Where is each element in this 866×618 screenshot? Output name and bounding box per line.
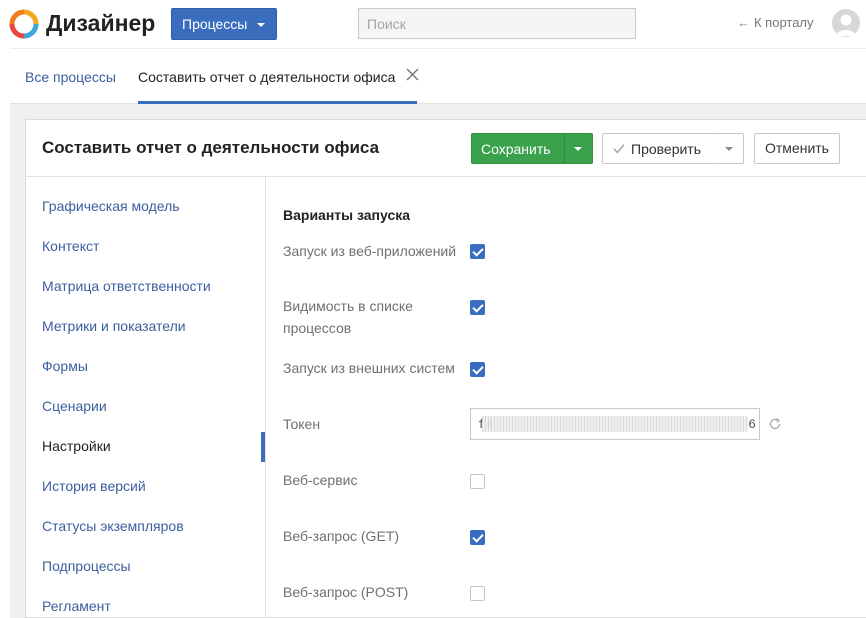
processes-menu-label: Процессы <box>182 16 248 32</box>
web-app-launch-checkbox[interactable] <box>470 244 485 259</box>
web-service-checkbox[interactable] <box>470 474 485 489</box>
nav-item-settings[interactable]: Настройки <box>42 437 111 455</box>
validate-button-label: Проверить <box>631 141 702 157</box>
save-button[interactable]: Сохранить <box>471 133 593 164</box>
checkmark-icon <box>613 144 625 154</box>
web-request-post-checkbox[interactable] <box>470 586 485 601</box>
nav-item-version-history[interactable]: История версий <box>42 477 146 495</box>
back-to-portal-label: К порталу <box>754 15 814 30</box>
token-redaction <box>482 416 748 432</box>
nav-item-scenarios[interactable]: Сценарии <box>42 397 107 415</box>
process-list-visibility-checkbox[interactable] <box>470 300 485 315</box>
web-request-get-checkbox[interactable] <box>470 530 485 545</box>
settings-nav: Графическая модель Контекст Матрица отве… <box>26 177 266 618</box>
card-header: Составить отчет о деятельности офиса Сох… <box>26 120 866 177</box>
tabs-bar: Все процессы Составить отчет о деятельно… <box>10 48 866 104</box>
close-icon[interactable] <box>406 68 419 81</box>
search-input[interactable] <box>358 8 636 39</box>
arrow-left-icon: ← <box>737 15 750 30</box>
web-app-launch-label: Запуск из веб-приложений <box>283 243 457 259</box>
settings-panel: Варианты запуска Запуск из веб-приложени… <box>267 177 866 618</box>
nav-item-responsibility-matrix[interactable]: Матрица ответственности <box>42 277 211 295</box>
app-title: Дизайнер <box>46 10 156 36</box>
nav-item-subprocesses[interactable]: Подпроцессы <box>42 557 131 575</box>
save-button-divider <box>564 134 565 163</box>
process-card: Составить отчет о деятельности офиса Сох… <box>25 119 866 618</box>
web-request-post-label: Веб-запрос (POST) <box>283 584 409 600</box>
active-nav-indicator <box>261 432 265 462</box>
user-avatar-icon <box>836 14 856 36</box>
web-request-get-label: Веб-запрос (GET) <box>283 528 399 544</box>
chevron-down-icon <box>257 23 265 27</box>
nav-item-context[interactable]: Контекст <box>42 237 99 255</box>
top-header: Дизайнер Процессы ← К порталу <box>0 0 866 48</box>
process-list-visibility-label: Видимость в списке процессов <box>283 298 413 336</box>
chevron-down-icon[interactable] <box>574 147 582 151</box>
tab-all-processes[interactable]: Все процессы <box>25 68 116 86</box>
validate-button[interactable]: Проверить <box>602 133 716 164</box>
processes-menu-button[interactable]: Процессы <box>171 8 277 40</box>
web-service-label: Веб-сервис <box>283 472 358 488</box>
external-systems-launch-label: Запуск из внешних систем <box>283 360 455 376</box>
save-button-label: Сохранить <box>481 141 551 157</box>
launch-options-title: Варианты запуска <box>283 207 411 223</box>
cancel-button[interactable]: Отменить <box>754 133 840 164</box>
nav-item-forms[interactable]: Формы <box>42 357 88 375</box>
chevron-down-icon <box>725 147 733 151</box>
nav-item-regulations[interactable]: Регламент <box>42 597 111 615</box>
back-to-portal-link[interactable]: ← К порталу <box>737 14 814 32</box>
tab-current-process[interactable]: Составить отчет о деятельности офиса <box>138 68 395 86</box>
nav-item-instance-statuses[interactable]: Статусы экземпляров <box>42 517 184 535</box>
token-label: Токен <box>283 416 321 432</box>
user-avatar[interactable] <box>832 9 860 37</box>
app-logo-icon[interactable] <box>9 9 39 39</box>
nav-item-metrics[interactable]: Метрики и показатели <box>42 317 186 335</box>
card-title: Составить отчет о деятельности офиса <box>42 138 380 157</box>
nav-item-graphic-model[interactable]: Графическая модель <box>42 197 180 215</box>
external-systems-launch-checkbox[interactable] <box>470 362 485 377</box>
validate-dropdown-button[interactable] <box>715 133 744 164</box>
refresh-icon[interactable] <box>768 417 782 431</box>
